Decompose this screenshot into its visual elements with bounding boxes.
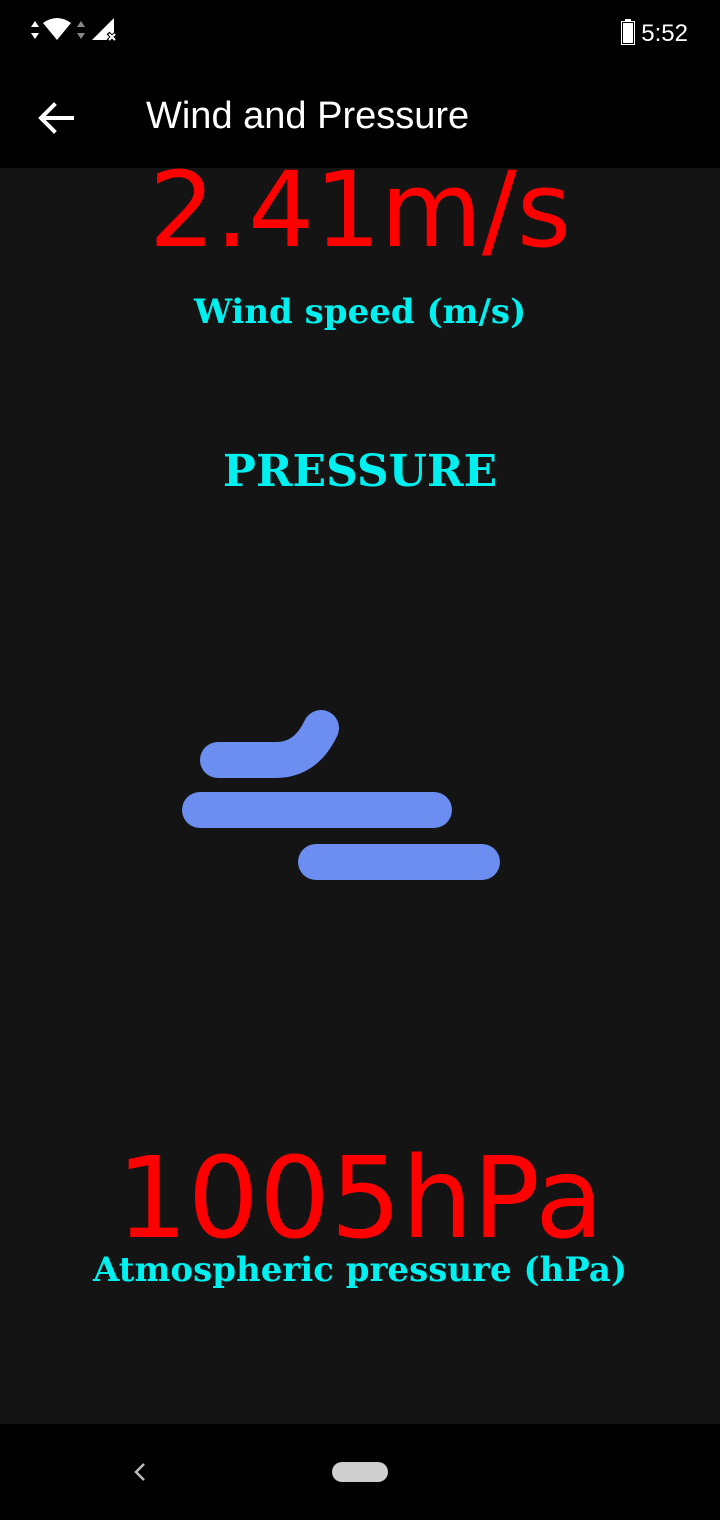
home-button[interactable] — [332, 1462, 388, 1482]
nav-back-button[interactable] — [124, 1456, 156, 1488]
wifi-icon — [43, 18, 71, 40]
pressure-label: Atmospheric pressure (hPa) — [92, 1250, 628, 1290]
wind-speed-value: 2.41m/s — [148, 168, 572, 271]
data-arrows-icon — [77, 21, 85, 39]
wind-icon — [182, 710, 500, 880]
data-arrows-icon — [31, 21, 39, 39]
app-bar: Wind and Pressure — [0, 68, 720, 168]
status-bar: 5:52 — [0, 0, 720, 68]
page-title: Wind and Pressure — [146, 95, 470, 137]
pressure-heading: PRESSURE — [222, 446, 498, 497]
pressure-value: 1005hPa — [116, 1134, 604, 1264]
status-icons-left — [28, 16, 124, 44]
nav-back-icon — [134, 1463, 145, 1481]
signal-no-service-icon — [92, 18, 118, 43]
wind-speed-label: Wind speed (m/s) — [193, 292, 527, 332]
battery-icon — [621, 18, 636, 50]
arrow-left-icon — [38, 102, 74, 134]
back-button[interactable] — [30, 92, 82, 144]
status-icons-right: 5:52 — [621, 18, 688, 50]
status-time: 5:52 — [641, 20, 688, 47]
navigation-bar — [0, 1424, 720, 1520]
main-content: 2.41m/s Wind speed (m/s) PRESSURE 1005hP… — [0, 168, 720, 1424]
